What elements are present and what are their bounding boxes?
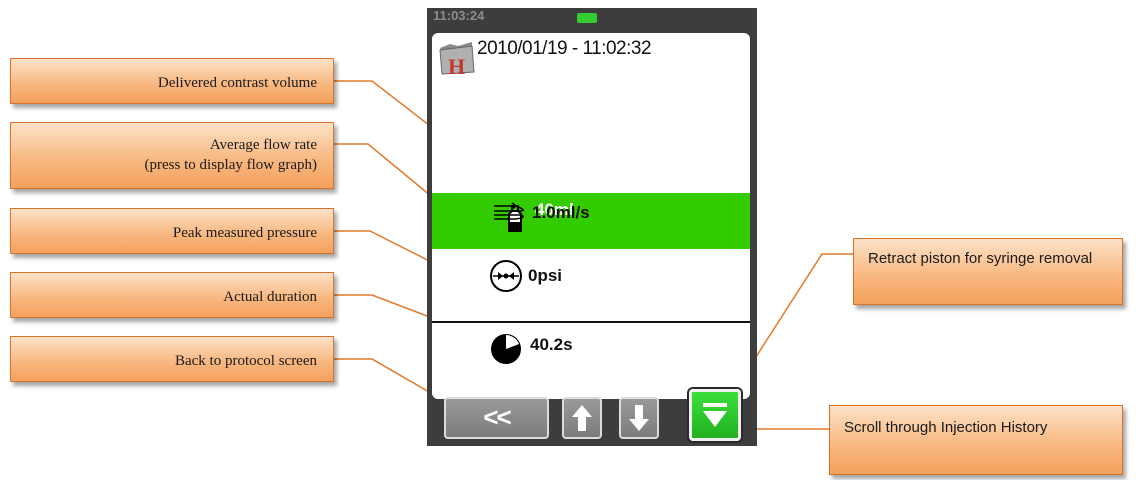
callout-pressure-text: Peak measured pressure <box>172 225 317 241</box>
folder-h-icon: H <box>438 40 476 76</box>
callout-volume-text: Delivered contrast volume <box>157 75 317 91</box>
battery-icon <box>577 13 597 23</box>
average-flow-value[interactable]: 1.0ml/s <box>532 203 590 223</box>
actual-duration-value: 40.2s <box>530 335 573 354</box>
callout-scroll-text: Scroll through Injection History <box>844 419 1048 436</box>
pie-timer-icon <box>490 333 522 365</box>
callout-back-to-protocol: Back to protocol screen <box>10 336 334 382</box>
status-time: 11:03:24 <box>433 8 485 23</box>
arrow-up-icon <box>572 405 592 431</box>
callout-actual-duration: Actual duration <box>10 272 334 318</box>
callout-scroll-history: Scroll through Injection History <box>829 405 1123 475</box>
pressure-gauge-icon <box>489 259 523 293</box>
callout-duration-text: Actual duration <box>223 289 317 305</box>
row-divider <box>432 321 750 323</box>
retract-piston-button[interactable] <box>689 389 741 441</box>
injector-device: 11:03:24 H 2010/01/19 - 11:02:32 40ml 1.… <box>427 8 757 446</box>
callout-flow-text-line1: Average flow rate <box>209 137 317 153</box>
svg-text:H: H <box>448 54 465 76</box>
callout-flow-text-line2: (press to display flow graph) <box>144 157 317 173</box>
arrow-down-icon <box>629 405 649 431</box>
callout-back-text: Back to protocol screen <box>174 353 317 369</box>
callout-average-flow: Average flow rate (press to display flow… <box>10 122 334 189</box>
callout-peak-pressure: Peak measured pressure <box>10 208 334 254</box>
callout-retract-text: Retract piston for syringe removal <box>868 250 1093 267</box>
back-button[interactable]: << <box>444 397 549 439</box>
flow-arrows-icon <box>492 201 530 223</box>
device-screen: H 2010/01/19 - 11:02:32 40ml 1.0ml/s 0ps… <box>432 33 750 399</box>
scroll-down-button[interactable] <box>619 397 659 439</box>
injection-datetime: 2010/01/19 - 11:02:32 <box>477 38 652 59</box>
row-delivered-volume: 40ml <box>432 193 750 249</box>
scroll-up-button[interactable] <box>562 397 602 439</box>
retract-piston-icon <box>703 403 727 427</box>
callout-retract-piston: Retract piston for syringe removal <box>853 238 1123 305</box>
peak-pressure-value: 0psi <box>528 266 563 285</box>
callout-delivered-volume: Delivered contrast volume <box>10 58 334 104</box>
